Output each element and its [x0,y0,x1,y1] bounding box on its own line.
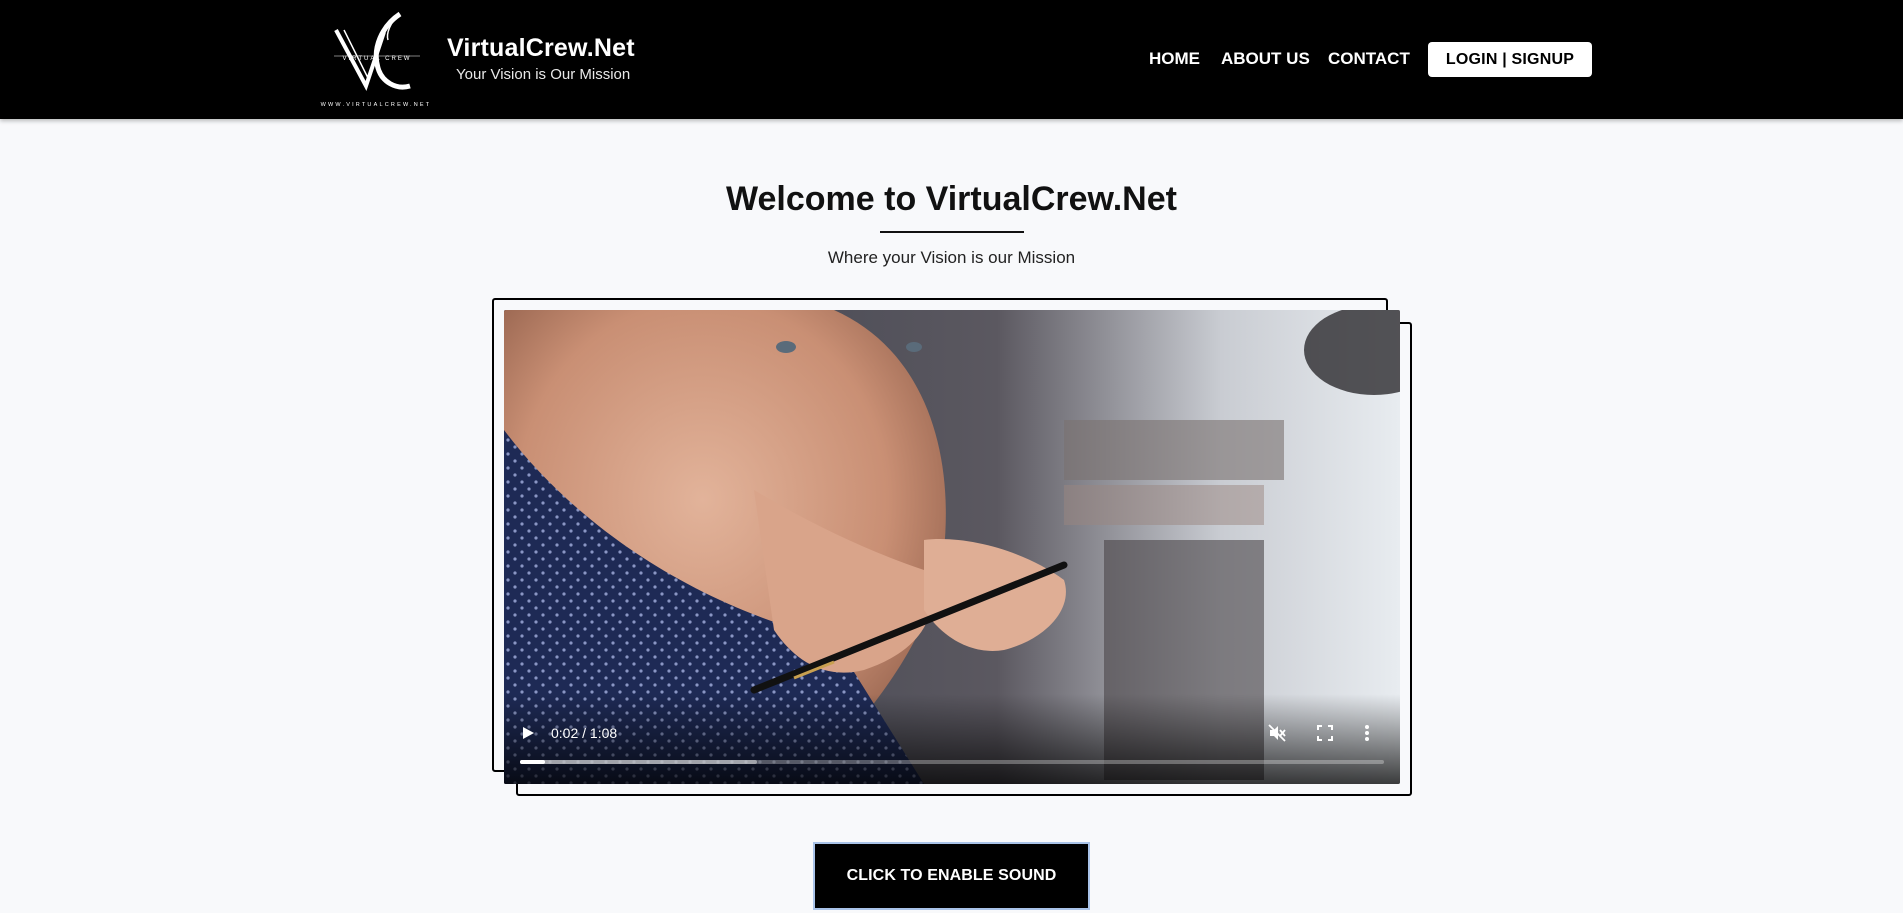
intro-video-player[interactable]: 0:02 / 1:08 [504,310,1400,784]
title-underline-divider [880,231,1024,233]
login-signup-button[interactable]: LOGIN | SIGNUP [1428,42,1592,77]
main-nav: HOME ABOUT US CONTACT [0,49,1903,69]
muted-volume-icon[interactable] [1268,724,1286,742]
page-title: Welcome to VirtualCrew.Net [726,180,1177,218]
video-controls-shade [504,694,1400,784]
play-icon[interactable] [520,725,536,741]
video-time-display: 0:02 / 1:08 [551,725,618,741]
video-progress-bar[interactable] [520,760,1384,764]
page-subtitle: Where your Vision is our Mission [827,248,1076,267]
nav-contact-link[interactable]: CONTACT [1328,49,1410,69]
more-options-icon[interactable] [1364,724,1370,742]
video-played-bar [520,760,546,764]
nav-about-us-link[interactable]: ABOUT US [1221,49,1310,69]
video-buffered-bar [520,760,757,764]
fullscreen-icon[interactable] [1317,725,1333,741]
enable-sound-button[interactable]: CLICK TO ENABLE SOUND [813,842,1090,910]
nav-home-link[interactable]: HOME [1149,49,1200,69]
logo-url-text: WWW.VIRTUALCREW.NET [321,102,432,108]
site-header: VIRTUAL CREW WWW.VIRTUALCREW.NET Virtual… [0,0,1903,119]
